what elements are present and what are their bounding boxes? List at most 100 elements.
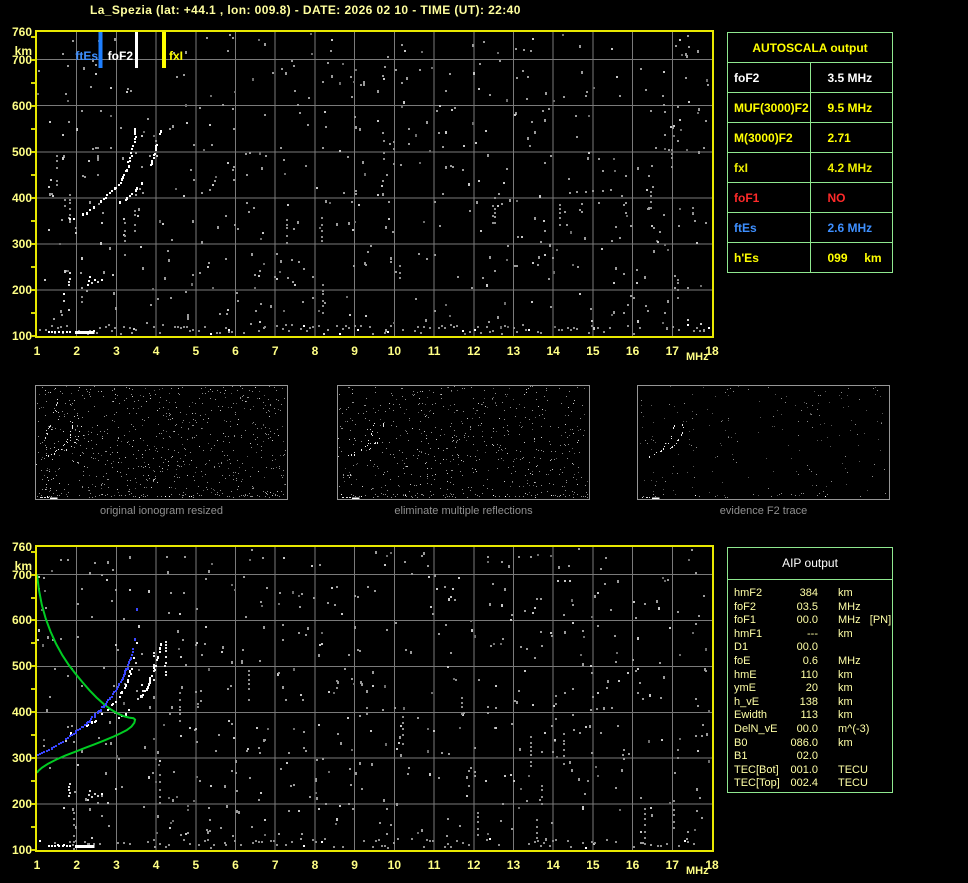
aip-row-label: hmE	[734, 669, 788, 683]
aip-row-unit: m^(-3)	[818, 723, 869, 737]
aip-row-label: TEC[Bot]	[734, 764, 788, 778]
aip-row-label: ymE	[734, 682, 788, 696]
aip-row-label: foF2	[734, 601, 788, 615]
x-tick-label: 9	[343, 858, 367, 872]
y-axis-tick	[31, 312, 35, 314]
x-tick-label: 8	[303, 344, 327, 358]
panel-evidence-f2-trace-canvas	[638, 386, 889, 499]
aip-row: hmF1---km	[734, 628, 892, 642]
x-tick-label: 15	[581, 344, 605, 358]
y-axis-tick	[31, 220, 35, 222]
aip-row-value: 20	[788, 682, 818, 696]
y-axis-tick	[31, 711, 35, 713]
table-row: fxI4.2 MHz	[728, 153, 893, 183]
x-tick-label: 4	[144, 344, 168, 358]
y-tick-label: 100	[2, 843, 32, 857]
aip-row: h_vE138km	[734, 696, 892, 710]
table-row: ftEs2.6 MHz	[728, 213, 893, 243]
autoscala-row-label: foF1	[728, 183, 811, 213]
autoscala-row-value: 2.71	[810, 123, 893, 153]
y-tick-label: 300	[2, 751, 32, 765]
y-axis-tick	[31, 734, 35, 736]
y-axis-tick	[31, 82, 35, 84]
x-tick-label: 10	[382, 858, 406, 872]
aip-row-value: 00.0	[788, 723, 818, 737]
x-tick-label: 13	[501, 344, 525, 358]
aip-row-unit: TECU	[818, 777, 868, 791]
x-tick-label: 17	[660, 858, 684, 872]
y-axis-unit: km	[2, 44, 32, 58]
y-axis-tick	[31, 688, 35, 690]
autoscala-row-value: 3.5 MHz	[810, 63, 893, 93]
aip-row: hmF2384km	[734, 587, 892, 601]
y-tick-label: 400	[2, 191, 32, 205]
y-axis-tick	[31, 128, 35, 130]
y-tick-label: 760	[2, 25, 32, 39]
aip-row-unit: MHz [PN]	[818, 614, 891, 628]
y-axis-tick	[31, 780, 35, 782]
y-axis-tick	[31, 266, 35, 268]
y-tick-label: 500	[2, 659, 32, 673]
aip-row-label: hmF2	[734, 587, 788, 601]
aip-row-unit: km	[818, 669, 853, 683]
y-axis-tick	[31, 335, 35, 337]
aip-row: DelN_vE00.0m^(-3)	[734, 723, 892, 737]
x-tick-label: 16	[621, 344, 645, 358]
ionogram-plot-bottom	[35, 545, 714, 852]
y-axis-tick	[31, 597, 35, 599]
y-tick-label: 200	[2, 283, 32, 297]
autoscala-row-value: 4.2 MHz	[810, 153, 893, 183]
aip-row: ymE20km	[734, 682, 892, 696]
aip-row-label: Ewidth	[734, 709, 788, 723]
x-tick-label: 10	[382, 344, 406, 358]
aip-row-label: TEC[Top]	[734, 777, 788, 791]
aip-row-unit: km	[818, 737, 853, 751]
aip-row-label: D1	[734, 641, 788, 655]
aip-row-value: ---	[788, 628, 818, 642]
y-axis-tick	[31, 197, 35, 199]
panel-evidence-f2-trace	[637, 385, 890, 500]
aip-row: B102.0	[734, 750, 892, 764]
y-axis-tick	[31, 619, 35, 621]
panel-eliminate-reflections	[337, 385, 590, 500]
x-axis-unit: MHz	[686, 864, 709, 878]
x-tick-label: 5	[184, 858, 208, 872]
panel-label-evidence: evidence F2 trace	[637, 505, 890, 517]
aip-output-table: AIP output hmF2384kmfoF203.5MHzfoF100.0M…	[727, 547, 893, 793]
y-axis-tick	[31, 289, 35, 291]
aip-row-label: hmF1	[734, 628, 788, 642]
aip-row-label: B0	[734, 737, 788, 751]
y-axis-tick	[31, 174, 35, 176]
aip-table-header: AIP output	[728, 548, 892, 580]
y-axis-tick	[31, 642, 35, 644]
autoscala-row-label: fxI	[728, 153, 811, 183]
autoscala-table-header: AUTOSCALA output	[728, 33, 893, 63]
x-tick-label: 11	[422, 344, 446, 358]
x-tick-label: 14	[541, 344, 565, 358]
aip-row-label: DelN_vE	[734, 723, 788, 737]
y-axis-unit: km	[2, 559, 32, 573]
y-axis-tick	[31, 243, 35, 245]
aip-row-label: foE	[734, 655, 788, 669]
x-tick-label: 17	[660, 344, 684, 358]
aip-row-unit: TECU	[818, 764, 868, 778]
y-axis-tick	[31, 665, 35, 667]
y-tick-label: 600	[2, 99, 32, 113]
y-tick-label: 600	[2, 613, 32, 627]
aip-row-label: B1	[734, 750, 788, 764]
autoscala-row-label: ftEs	[728, 213, 811, 243]
x-tick-label: 16	[621, 858, 645, 872]
aip-row: TEC[Bot]001.0TECU	[734, 764, 892, 778]
autoscala-row-value: NO	[810, 183, 893, 213]
y-axis-tick	[31, 757, 35, 759]
autoscala-row-label: MUF(3000)F2	[728, 93, 811, 123]
electron-density-profile-curve	[37, 575, 135, 773]
x-tick-label: 12	[462, 858, 486, 872]
y-tick-label: 300	[2, 237, 32, 251]
aip-row: foE0.6MHz	[734, 655, 892, 669]
aip-row-value: 113	[788, 709, 818, 723]
x-tick-label: 3	[104, 858, 128, 872]
aip-table-body: hmF2384kmfoF203.5MHzfoF100.0MHz [PN]hmF1…	[728, 580, 892, 791]
panel-label-original: original ionogram resized	[35, 505, 288, 517]
x-tick-label: 3	[104, 344, 128, 358]
